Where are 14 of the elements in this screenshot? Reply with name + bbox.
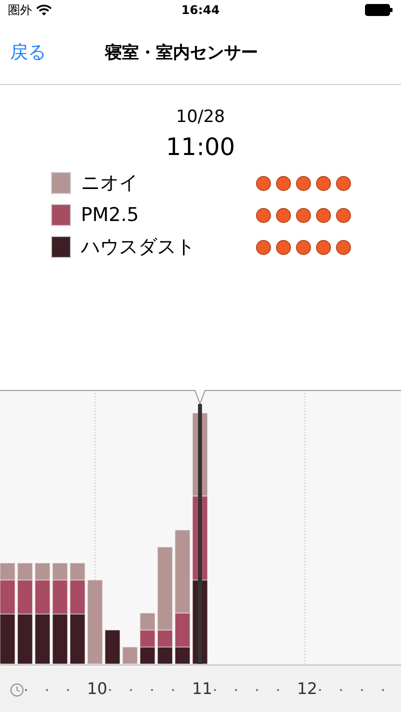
clock-time: 16:44 [180,3,220,17]
time-text: 11:00 [166,133,236,161]
battery-icon [365,4,393,16]
date-text: 10/28 [176,107,225,127]
bar-segment [140,630,156,648]
back-link[interactable]: 戻る [10,40,46,64]
screen-title: 寝室・室内センサー [105,42,258,64]
clock-icon [10,683,24,697]
legend-label: PM2.5 [80,204,140,226]
legend-label: ハウスダスト [80,235,196,260]
bar-segment [140,612,156,630]
legend-label: ニオイ [80,171,139,196]
carrier-text: 圏外 [8,2,32,18]
wifi-icon [36,4,52,16]
